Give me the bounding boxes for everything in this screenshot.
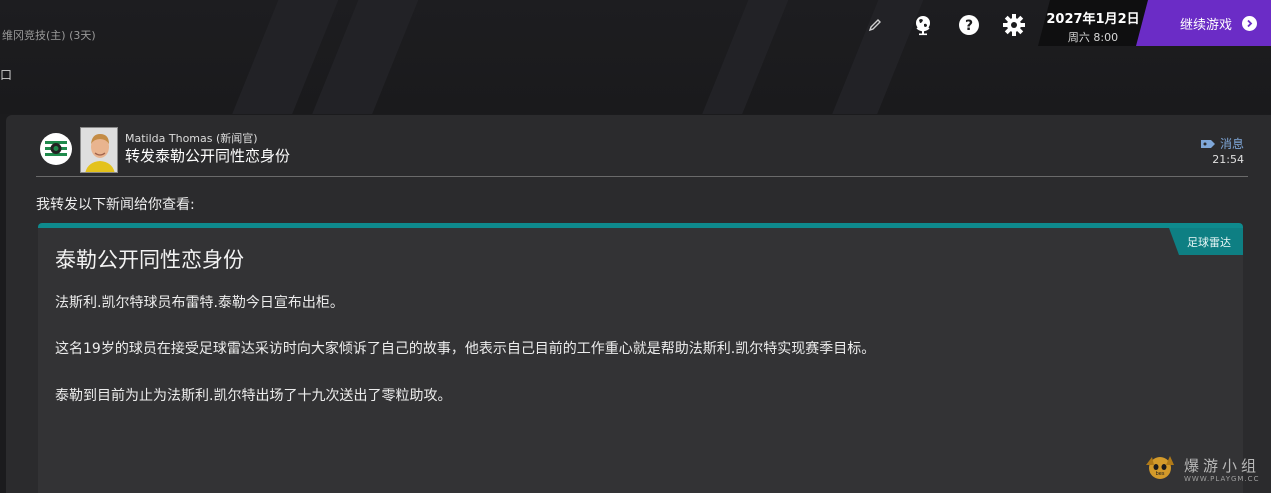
message-header: Matilda Thomas (新闻官) 转发泰勒公开同性恋身份 消息 21:5… (36, 125, 1248, 177)
svg-text:bes: bes (1156, 471, 1165, 477)
settings-gear-icon[interactable] (1001, 12, 1027, 38)
message-intro: 我转发以下新闻给你查看: (36, 197, 195, 213)
watermark-logo-icon: bes (1146, 456, 1174, 479)
svg-text:?: ? (965, 18, 973, 34)
next-match-info[interactable]: 维冈竞技(主) (3天) (2, 27, 96, 43)
continue-game-button[interactable]: 继续游戏 (1136, 0, 1271, 46)
game-date-display[interactable]: 2027年1月2日 周六 8:00 (1038, 0, 1148, 46)
background-stripe (667, 0, 813, 114)
message-panel: Matilda Thomas (新闻官) 转发泰勒公开同性恋身份 消息 21:5… (6, 115, 1271, 493)
watermark-url: WWW.PLAYGM.CC (1184, 475, 1260, 483)
current-date: 2027年1月2日 (1046, 12, 1140, 27)
edit-pencil-icon[interactable] (862, 12, 888, 38)
continue-label: 继续游戏 (1180, 17, 1233, 33)
news-source-tag: 足球雷达 (1169, 228, 1243, 255)
news-card: 足球雷达 泰勒公开同性恋身份 法斯利.凯尔特球员布雷特.泰勒今日宣布出柜。 这名… (38, 223, 1243, 493)
message-subject: 转发泰勒公开同性恋身份 (125, 147, 291, 165)
current-time: 周六 8:00 (1067, 31, 1119, 44)
top-bar: 维冈竞技(主) (3天) 口 ? 2027年1月2日 周六 8:00 继续游戏 (0, 0, 1271, 114)
news-paragraph: 这名19岁的球员在接受足球雷达采访时向大家倾诉了自己的故事，他表示自己目前的工作… (55, 341, 876, 357)
help-icon[interactable]: ? (956, 12, 982, 38)
news-paragraph: 泰勒到目前为止为法斯利.凯尔特出场了十九次送出了零粒助攻。 (55, 388, 452, 404)
message-type-label: 消息 (1219, 137, 1244, 151)
globe-icon[interactable] (910, 12, 936, 38)
news-title: 泰勒公开同性恋身份 (55, 248, 244, 272)
watermark-text: 爆游小组 (1184, 457, 1261, 475)
chevron-right-icon (1242, 16, 1257, 31)
news-paragraph: 法斯利.凯尔特球员布雷特.泰勒今日宣布出柜。 (55, 295, 344, 311)
message-time: 21:54 (1212, 153, 1244, 166)
truncated-label: 口 (0, 68, 13, 82)
tag-icon (1200, 139, 1215, 148)
sender-avatar[interactable] (80, 127, 118, 173)
club-crest-icon[interactable] (40, 133, 72, 165)
site-watermark: bes 爆游小组 WWW.PLAYGM.CC (1142, 453, 1271, 493)
message-type-badge: 消息 (1200, 135, 1244, 152)
sender-name[interactable]: Matilda Thomas (新闻官) (125, 130, 258, 146)
